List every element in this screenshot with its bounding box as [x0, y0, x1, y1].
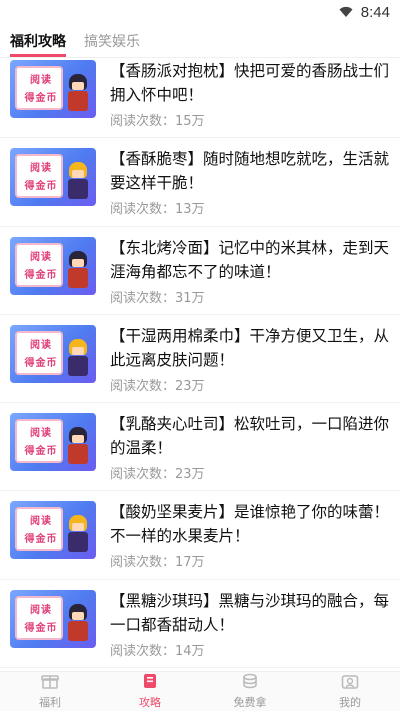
article-thumbnail: 阅读 得金币: [10, 413, 96, 472]
gift-icon: [41, 673, 59, 693]
thumbnail-text-line1: 阅读: [30, 163, 52, 175]
read-earn-card: 阅读 得金币: [15, 419, 63, 464]
read-count: 阅读次数：23万: [110, 467, 205, 483]
thumbnail-text-line1: 阅读: [30, 604, 52, 616]
read-count: 阅读次数：13万: [110, 202, 205, 218]
read-earn-card: 阅读 得金币: [15, 154, 63, 199]
status-bar: 8:44: [0, 0, 400, 24]
article-thumbnail: 阅读 得金币: [10, 501, 96, 560]
nav-label: 攻略: [139, 696, 161, 709]
read-count: 阅读次数：31万: [110, 290, 205, 306]
thumbnail-text-line2: 得金币: [24, 357, 58, 369]
article-item[interactable]: 阅读得金币 【乳酪夹心吐司】松软吐司，一口陷进你的温柔！ 阅读次数：23万: [0, 403, 400, 492]
article-thumbnail: 阅读 得金币: [10, 589, 96, 648]
nav-item-guide[interactable]: 攻略: [100, 672, 200, 711]
nav-label: 我的: [339, 696, 361, 709]
thumbnail-text-line1: 阅读: [30, 339, 52, 351]
thumbnail-text-line2: 得金币: [24, 446, 58, 458]
thumbnail-text-line1: 阅读: [30, 75, 52, 86]
article-item[interactable]: 阅读得金币 【干湿两用棉柔巾】干净方便又卫生，从此远离皮肤问题！ 阅读次数：23万: [0, 315, 400, 404]
read-earn-card: 阅读 得金币: [15, 595, 63, 640]
read-count: 阅读次数：14万: [110, 643, 205, 659]
coins-icon: [241, 673, 259, 693]
article-title: 【东北烤冷面】记忆中的米其林，走到天涯海角都忘不了的味道！: [110, 238, 390, 281]
character-icon: [66, 427, 90, 467]
article-thumbnail: 阅读 得金币: [10, 60, 96, 118]
article-item[interactable]: 阅读得金币 【酸奶坚果麦片】是谁惊艳了你的味蕾！不一样的水果麦片！ 阅读次数：17万: [0, 491, 400, 580]
article-title: 【干湿两用棉柔巾】干净方便又卫生，从此远离皮肤问题！: [110, 326, 390, 369]
read-earn-card: 阅读 得金币: [15, 507, 63, 552]
article-item[interactable]: 阅读得金币 【黑糖沙琪玛】黑糖与沙琪玛的融合，每一口都香甜动人！ 阅读次数：14万: [0, 580, 400, 669]
article-item[interactable]: 阅读得金币 【香肠派对抱枕】快把可爱的香肠战士们拥入怀中吧！ 阅读次数：15万: [0, 50, 400, 139]
nav-item-mine[interactable]: 我的: [300, 672, 400, 711]
bottom-nav: 福利 攻略 免费拿 我的: [0, 671, 400, 711]
article-title: 【香肠派对抱枕】快把可爱的香肠战士们拥入怀中吧！: [110, 62, 390, 104]
thumbnail-text-line1: 阅读: [30, 516, 52, 528]
profile-icon: [341, 673, 359, 693]
thumbnail-text-line2: 得金币: [24, 622, 58, 634]
character-icon: [66, 250, 90, 291]
article-thumbnail: 阅读 得金币: [10, 148, 96, 207]
article-title: 【黑糖沙琪玛】黑糖与沙琪玛的融合，每一口都香甜动人！: [110, 591, 390, 634]
read-count: 阅读次数：17万: [110, 555, 205, 571]
article-list: 阅读 得金币 【香肠派对抱枕】快把可爱的香肠战士们拥入怀中吧！ 阅读次数：15万 阅读得…: [0, 50, 400, 669]
character-icon: [66, 338, 90, 379]
thumbnail-text-line2: 得金币: [24, 181, 58, 193]
thumbnail-text-line1: 阅读: [30, 251, 52, 263]
thumbnail-text-line2: 得金币: [24, 93, 58, 104]
read-earn-card: 阅读 得金币: [15, 242, 63, 287]
status-time: 8:44: [360, 4, 390, 21]
nav-item-welfare[interactable]: 福利: [0, 672, 100, 711]
article-title: 【香酥脆枣】随时随地想吃就吃，生活就要这样干脆！: [110, 150, 390, 193]
article-title: 【酸奶坚果麦片】是谁惊艳了你的味蕾！不一样的水果麦片！: [110, 503, 390, 546]
wifi-icon: [339, 3, 353, 22]
book-icon: [142, 673, 158, 693]
thumbnail-text-line1: 阅读: [30, 428, 52, 440]
nav-label: 免费拿: [233, 696, 267, 709]
read-earn-card: 阅读 得金币: [15, 66, 63, 110]
article-title: 【乳酪夹心吐司】松软吐司，一口陷进你的温柔！: [110, 415, 390, 458]
read-count: 阅读次数：23万: [110, 378, 205, 394]
article-thumbnail: 阅读 得金币: [10, 324, 96, 383]
character-icon: [66, 162, 90, 202]
character-icon: [66, 603, 90, 644]
thumbnail-text-line2: 得金币: [24, 269, 58, 281]
nav-item-free-get[interactable]: 免费拿: [200, 672, 300, 711]
read-earn-card: 阅读 得金币: [15, 330, 63, 375]
character-icon: [66, 74, 90, 114]
article-item[interactable]: 阅读得金币 【东北烤冷面】记忆中的米其林，走到天涯海角都忘不了的味道！ 阅读次数：3…: [0, 227, 400, 315]
article-item[interactable]: 阅读得金币 【香酥脆枣】随时随地想吃就吃，生活就要这样干脆！ 阅读次数：13万: [0, 138, 400, 227]
thumbnail-text-line2: 得金币: [24, 534, 58, 546]
nav-label: 福利: [39, 696, 61, 709]
character-icon: [66, 515, 90, 555]
read-count: 阅读次数：15万: [110, 114, 205, 129]
article-thumbnail: 阅读 得金币: [10, 236, 96, 295]
